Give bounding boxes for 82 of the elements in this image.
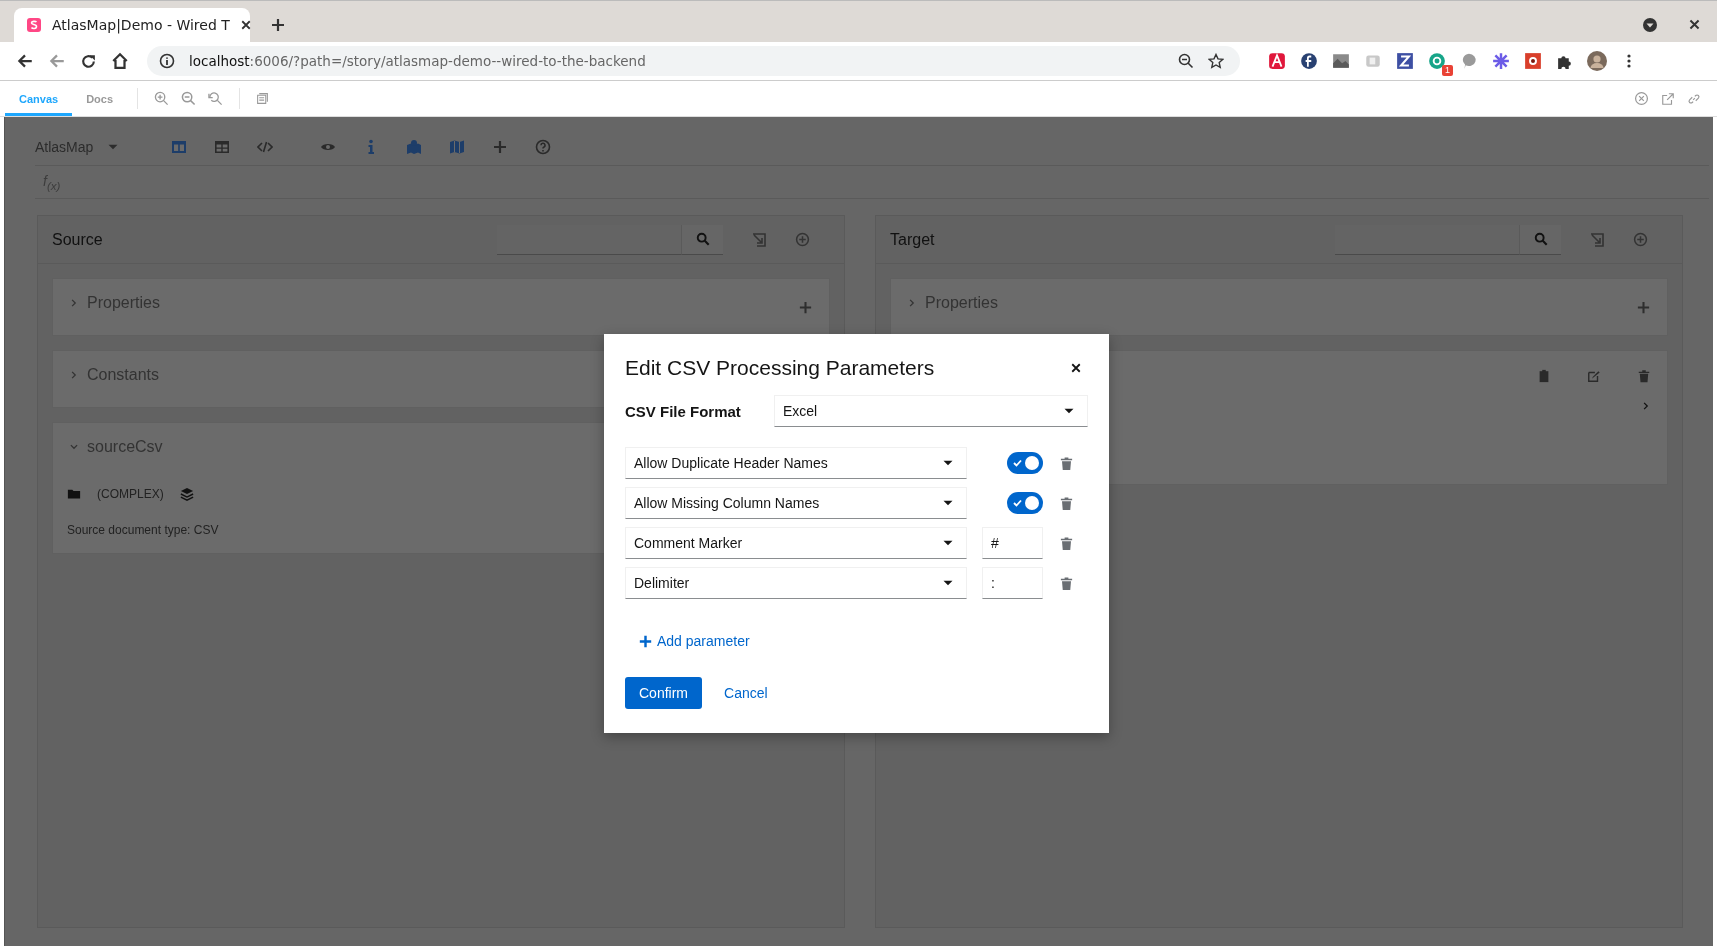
notification-badge: 1 xyxy=(1442,65,1453,76)
favicon-icon xyxy=(26,17,42,33)
chevron-down-icon xyxy=(69,442,79,452)
url-text: localhost:6006/?path=/story/atlasmap-demo--wired-to-the-backend xyxy=(189,53,646,69)
add-icon[interactable] xyxy=(1633,232,1648,247)
info-icon xyxy=(159,53,175,69)
type-label: (COMPLEX) xyxy=(97,487,164,501)
value-field[interactable]: : xyxy=(982,567,1043,599)
extension-icon[interactable] xyxy=(1332,52,1350,70)
plus-icon xyxy=(639,634,652,648)
browser-tab[interactable]: AtlasMap|Demo - Wired T xyxy=(14,8,250,42)
home-icon[interactable] xyxy=(111,52,129,70)
help-icon[interactable] xyxy=(535,139,552,155)
map-icon[interactable] xyxy=(449,139,466,155)
forward-icon[interactable] xyxy=(48,52,66,70)
zoom-reset-icon[interactable] xyxy=(208,91,224,106)
avatar-icon[interactable] xyxy=(1587,51,1607,71)
parameter-select[interactable]: Allow Missing Column Names xyxy=(625,487,967,519)
search-icon xyxy=(695,232,710,246)
clipboard-icon[interactable] xyxy=(1537,369,1551,383)
extension-icon[interactable] xyxy=(1396,52,1414,70)
parameter-select[interactable]: Comment Marker xyxy=(625,527,967,559)
tab-title: AtlasMap|Demo - Wired T xyxy=(52,17,230,33)
search-button[interactable] xyxy=(681,224,723,255)
dropdown-icon[interactable] xyxy=(1642,17,1658,33)
edit-icon[interactable] xyxy=(1587,369,1601,383)
cancel-button[interactable]: Cancel xyxy=(710,677,782,709)
plus-icon[interactable] xyxy=(798,299,813,315)
panel-title: Source xyxy=(52,230,103,249)
back-icon[interactable] xyxy=(16,52,34,70)
document-type-note: Source document type: CSV xyxy=(67,523,220,537)
import-icon[interactable] xyxy=(751,231,767,248)
zoom-in-icon[interactable] xyxy=(154,91,170,106)
delete-icon[interactable] xyxy=(1059,455,1074,471)
chevron-right-icon[interactable] xyxy=(1641,401,1651,411)
outline-icon[interactable] xyxy=(256,92,270,105)
close-icon[interactable] xyxy=(239,19,252,31)
zoom-out-icon[interactable] xyxy=(1178,53,1194,69)
chevron-right-icon xyxy=(907,298,917,308)
check-icon xyxy=(1013,499,1022,507)
extension-icon[interactable] xyxy=(1524,52,1542,70)
plus-icon[interactable] xyxy=(492,139,509,155)
delete-icon[interactable] xyxy=(1059,535,1074,551)
search-button[interactable] xyxy=(1519,224,1561,255)
star-icon[interactable] xyxy=(1208,53,1224,69)
parameter-select[interactable]: Delimiter xyxy=(625,567,967,599)
plus-icon[interactable] xyxy=(1636,299,1651,315)
add-icon[interactable] xyxy=(795,232,810,247)
field-label: CSV File Format xyxy=(625,402,742,420)
dialog-title: Edit CSV Processing Parameters xyxy=(625,356,935,380)
format-select[interactable]: Excel xyxy=(774,395,1088,427)
panel-title: Target xyxy=(890,230,935,249)
chevron-right-icon xyxy=(69,370,79,380)
import-icon[interactable] xyxy=(1589,231,1605,248)
delete-icon[interactable] xyxy=(1059,495,1074,511)
add-parameter-link[interactable]: Add parameter xyxy=(639,627,750,655)
extension-icon[interactable] xyxy=(1268,52,1286,70)
extension-icon[interactable] xyxy=(1492,52,1510,70)
close-icon xyxy=(1070,362,1082,374)
columns-icon[interactable] xyxy=(171,139,188,155)
table-icon[interactable] xyxy=(214,139,231,155)
folder-icon xyxy=(67,487,81,501)
check-icon xyxy=(1013,459,1022,467)
confirm-button[interactable]: Confirm xyxy=(625,677,702,709)
delete-icon[interactable] xyxy=(1059,575,1074,591)
value-field[interactable]: # xyxy=(982,527,1043,559)
address-field[interactable]: localhost:6006/?path=/story/atlasmap-demo--wired-to-the-backend xyxy=(147,46,1240,76)
new-tab-icon[interactable] xyxy=(270,17,286,33)
parameter-select[interactable]: Allow Duplicate Header Names xyxy=(625,447,967,479)
map-marker-icon[interactable] xyxy=(406,139,423,155)
external-link-icon[interactable] xyxy=(1661,91,1675,106)
reload-icon[interactable] xyxy=(80,52,97,70)
code-icon[interactable] xyxy=(257,139,274,155)
close-icon[interactable] xyxy=(1688,18,1701,31)
search-icon xyxy=(1533,232,1548,246)
delete-icon[interactable] xyxy=(1637,369,1651,383)
layers-icon[interactable] xyxy=(179,487,194,501)
extension-icon[interactable] xyxy=(1300,52,1318,70)
toggle-switch[interactable] xyxy=(1007,452,1043,474)
toggle-switch[interactable] xyxy=(1007,492,1043,514)
chevron-right-icon xyxy=(69,298,79,308)
link-icon[interactable] xyxy=(1687,91,1701,106)
